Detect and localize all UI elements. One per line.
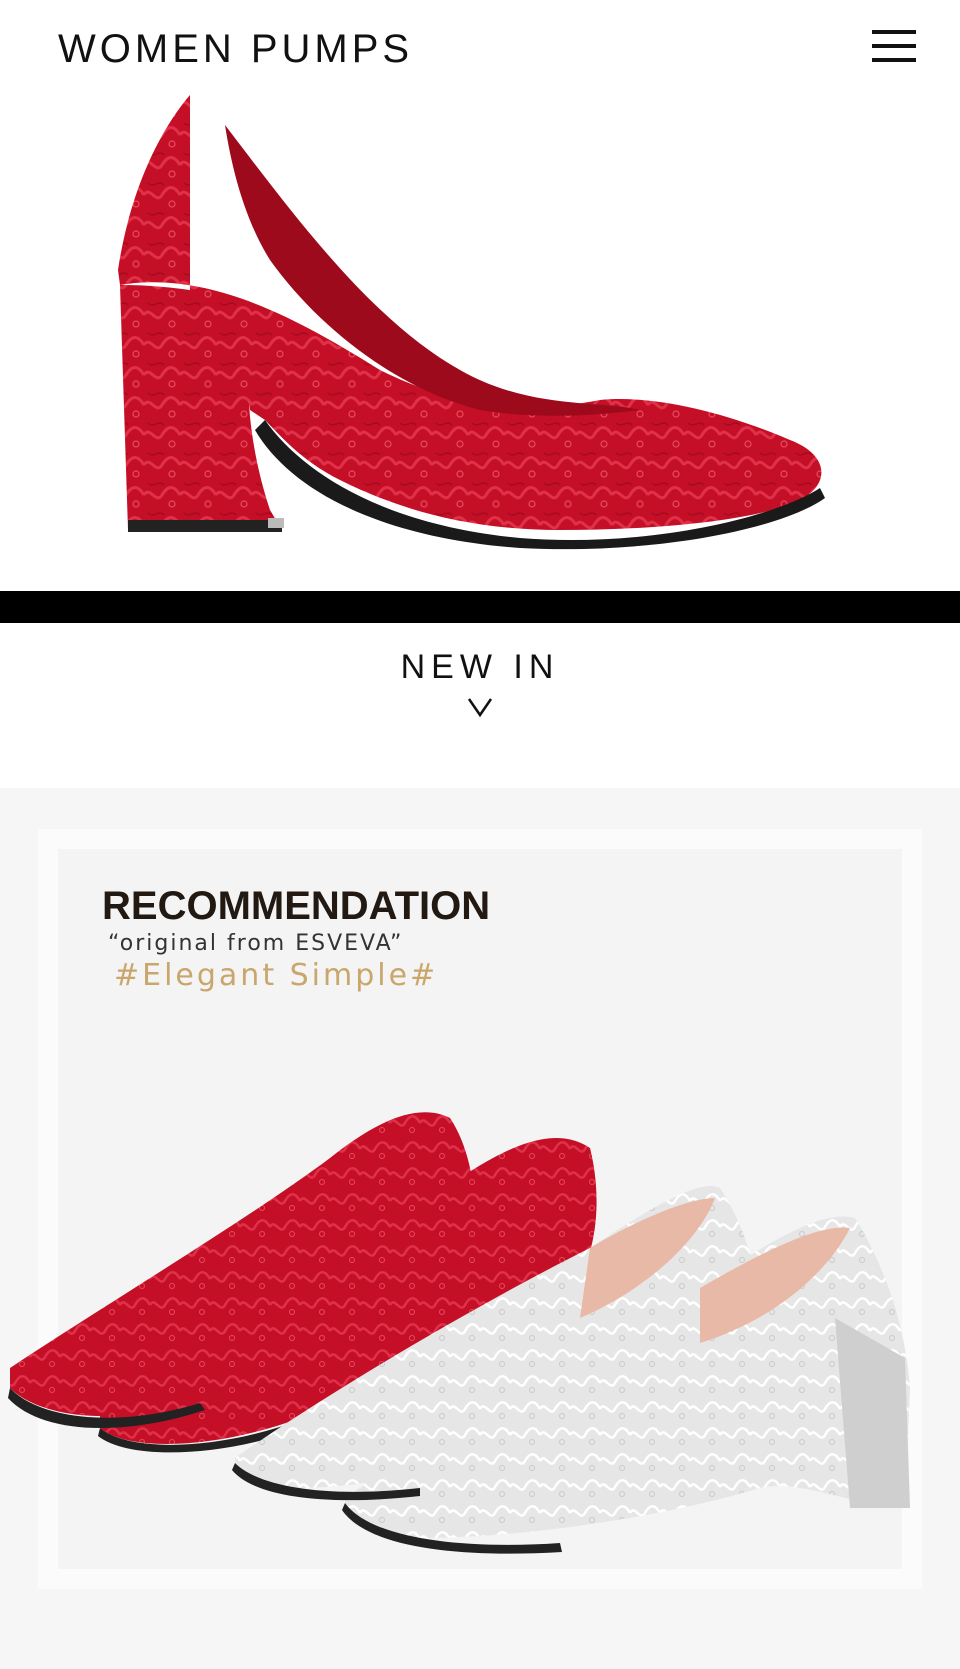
new-in-heading[interactable]: NEW IN (0, 648, 960, 687)
brand-title[interactable]: WOMEN PUMPS (58, 27, 413, 72)
chevron-down-icon[interactable] (465, 696, 495, 718)
hero-product-image[interactable] (0, 90, 960, 590)
hamburger-menu-icon[interactable] (872, 30, 916, 66)
recommendation-title: RECOMMENDATION (102, 884, 491, 928)
recommendation-subtitle: “original from ESVEVA” (108, 931, 404, 956)
recommendation-section: RECOMMENDATION “original from ESVEVA” #E… (0, 788, 960, 1669)
recommendation-product-image[interactable] (0, 1058, 960, 1658)
divider-bar (0, 591, 960, 623)
header: WOMEN PUMPS (0, 0, 960, 95)
recommendation-tag: #Elegant Simple# (114, 958, 439, 993)
